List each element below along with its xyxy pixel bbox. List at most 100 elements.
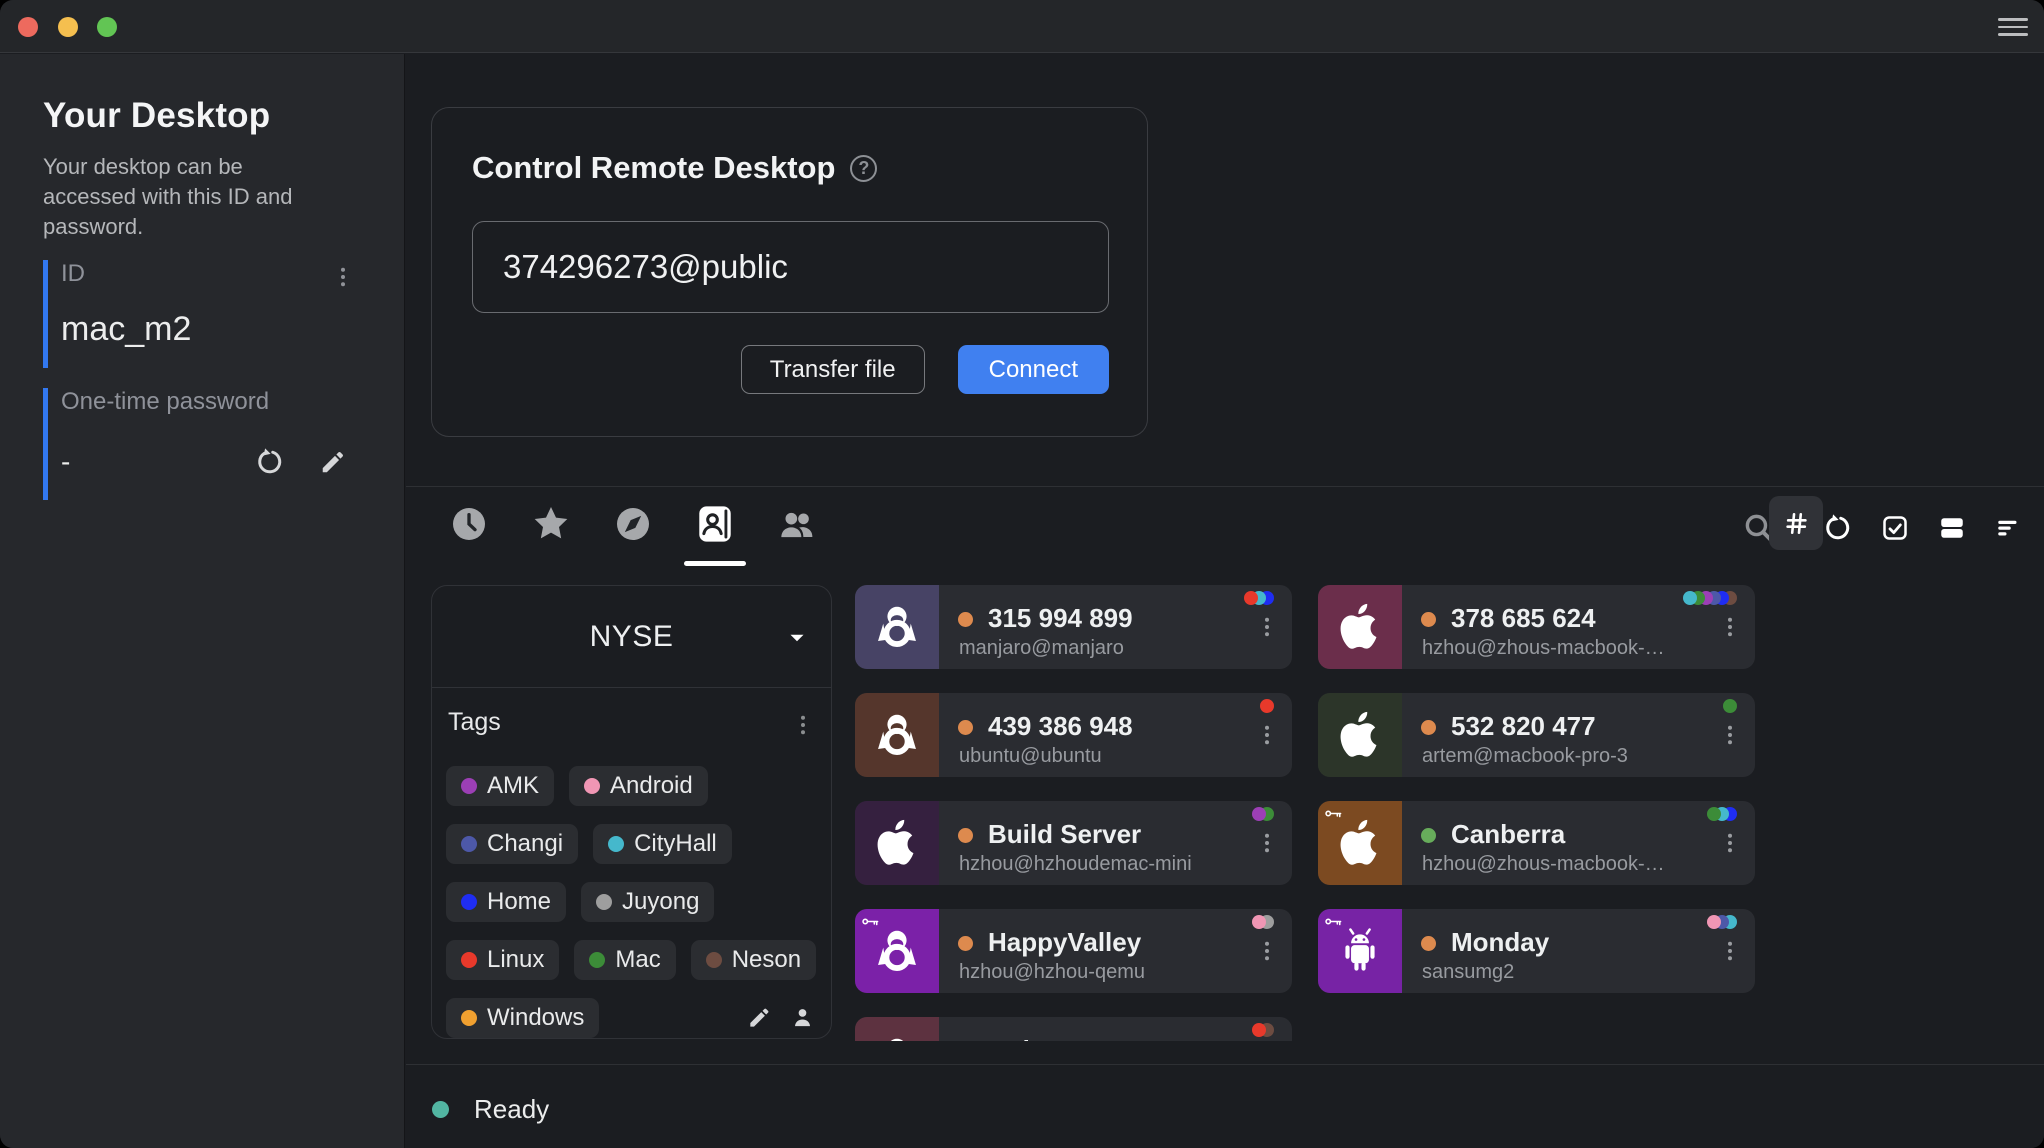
- device-card[interactable]: Build Server hzhou@hzhoudemac-mini: [855, 801, 1292, 885]
- tag-chip-windows[interactable]: Windows: [446, 998, 599, 1038]
- card-view-button[interactable]: [1937, 513, 1967, 543]
- tag-label: AMK: [487, 772, 539, 800]
- device-name: Canberra: [1451, 819, 1565, 850]
- device-card[interactable]: Monday sansumg2: [1318, 909, 1755, 993]
- status-divider: [406, 1064, 2044, 1065]
- tag-chip-cityhall[interactable]: CityHall: [593, 824, 732, 864]
- device-os-tile: [855, 585, 939, 669]
- transfer-file-button[interactable]: Transfer file: [741, 345, 925, 394]
- device-tag-dots: [1260, 699, 1274, 713]
- tag-chip-juyong[interactable]: Juyong: [581, 882, 714, 922]
- device-username: hzhou@hzhoudemac-mini: [959, 853, 1192, 876]
- tags-label: Tags: [448, 708, 501, 737]
- device-menu-icon[interactable]: [1255, 718, 1279, 752]
- connection-status-text: Ready: [474, 1094, 549, 1125]
- device-menu-icon[interactable]: [1255, 934, 1279, 968]
- device-card[interactable]: 532 820 477 artem@macbook-pro-3: [1318, 693, 1755, 777]
- edit-password-icon[interactable]: [319, 448, 347, 476]
- cards-icon: [1937, 513, 1967, 543]
- tab-recent-sessions[interactable]: [446, 496, 492, 566]
- refresh-password-icon[interactable]: [255, 447, 285, 477]
- address-book-name: NYSE: [590, 620, 674, 654]
- device-menu-icon[interactable]: [1255, 610, 1279, 644]
- add-person-icon[interactable]: [790, 1005, 815, 1030]
- sort-button[interactable]: [1994, 513, 2024, 543]
- tab-address-book[interactable]: [692, 496, 738, 566]
- local-id-block: ID mac_m2: [43, 260, 355, 368]
- toolbar: [1742, 496, 2024, 560]
- device-card[interactable]: 439 386 948 ubuntu@ubuntu: [855, 693, 1292, 777]
- grid-view-button[interactable]: [1769, 496, 1823, 550]
- device-username: artem@macbook-pro-3: [1422, 745, 1628, 768]
- device-username: sansumg2: [1422, 961, 1514, 984]
- one-time-password-block: One-time password -: [43, 388, 355, 500]
- id-menu-icon[interactable]: [331, 260, 355, 294]
- device-name: Build Server: [988, 819, 1141, 850]
- people-icon: [777, 504, 817, 544]
- tag-chip-home[interactable]: Home: [446, 882, 566, 922]
- address-book-panel: NYSE Tags AMK Android Changi CityHall Ho…: [431, 585, 832, 1039]
- device-os-tile: [1318, 693, 1402, 777]
- tag-chip-amk[interactable]: AMK: [446, 766, 554, 806]
- close-button[interactable]: [18, 17, 38, 37]
- compass-icon: [613, 504, 653, 544]
- device-card[interactable]: HappyValley hzhou@hzhou-qemu: [855, 909, 1292, 993]
- device-tag-dots: [1707, 807, 1737, 821]
- device-status-dot: [1421, 828, 1436, 843]
- edit-tags-icon[interactable]: [747, 1005, 772, 1030]
- app-window: Your Desktop Your desktop can be accesse…: [0, 0, 2044, 1148]
- device-card[interactable]: 378 685 624 hzhou@zhous-macbook-…: [1318, 585, 1755, 669]
- help-icon[interactable]: [850, 155, 877, 182]
- device-card[interactable]: Rub: [855, 1017, 1292, 1041]
- tag-label: Juyong: [622, 888, 699, 916]
- device-tag-dots: [1707, 915, 1737, 929]
- device-grid: 315 994 899 manjaro@manjaro 378 685 624 …: [855, 585, 1757, 1041]
- device-menu-icon[interactable]: [1718, 718, 1742, 752]
- device-os-tile: [1318, 909, 1402, 993]
- apple-icon: [1335, 710, 1385, 760]
- tab-favorites[interactable]: [528, 496, 574, 566]
- tabs: [446, 496, 820, 566]
- tab-group[interactable]: [774, 496, 820, 566]
- refresh-button[interactable]: [1823, 513, 1853, 543]
- minimize-button[interactable]: [58, 17, 78, 37]
- select-button[interactable]: [1880, 513, 1910, 543]
- tags-menu-icon[interactable]: [791, 708, 815, 742]
- address-book-select[interactable]: NYSE: [432, 586, 831, 688]
- key-icon: [1325, 808, 1342, 819]
- linux-icon: [872, 602, 922, 652]
- device-name: 532 820 477: [1451, 711, 1596, 742]
- device-tag-dots: [1723, 699, 1737, 713]
- device-os-tile: [855, 693, 939, 777]
- device-name: Monday: [1451, 927, 1549, 958]
- tag-chip-linux[interactable]: Linux: [446, 940, 559, 980]
- device-menu-icon[interactable]: [1718, 610, 1742, 644]
- tab-discovered[interactable]: [610, 496, 656, 566]
- device-username: hzhou@zhous-macbook-…: [1422, 637, 1665, 660]
- sidebar-description: Your desktop can be accessed with this I…: [43, 152, 333, 242]
- device-menu-icon[interactable]: [1718, 934, 1742, 968]
- hamburger-menu-icon[interactable]: [1998, 18, 2028, 36]
- tag-chip-neson[interactable]: Neson: [691, 940, 816, 980]
- hash-icon: [1783, 510, 1810, 537]
- tag-color-dot: [608, 836, 624, 852]
- zoom-button[interactable]: [97, 17, 117, 37]
- device-menu-icon[interactable]: [1718, 826, 1742, 860]
- android-icon: [1335, 926, 1385, 976]
- tag-label: Home: [487, 888, 551, 916]
- device-card[interactable]: Canberra hzhou@zhous-macbook-…: [1318, 801, 1755, 885]
- device-os-tile: [855, 909, 939, 993]
- device-status-dot: [1421, 936, 1436, 951]
- device-card[interactable]: 315 994 899 manjaro@manjaro: [855, 585, 1292, 669]
- tag-chip-mac[interactable]: Mac: [574, 940, 675, 980]
- tag-color-dot: [461, 952, 477, 968]
- tag-label: Android: [610, 772, 693, 800]
- device-status-dot: [1421, 612, 1436, 627]
- remote-id-input[interactable]: [472, 221, 1109, 313]
- tag-chip-android[interactable]: Android: [569, 766, 708, 806]
- device-menu-icon[interactable]: [1255, 826, 1279, 860]
- refresh-icon: [1823, 513, 1853, 543]
- connect-button[interactable]: Connect: [958, 345, 1109, 394]
- device-list: 315 994 899 manjaro@manjaro 378 685 624 …: [855, 585, 1757, 1041]
- tag-chip-changi[interactable]: Changi: [446, 824, 578, 864]
